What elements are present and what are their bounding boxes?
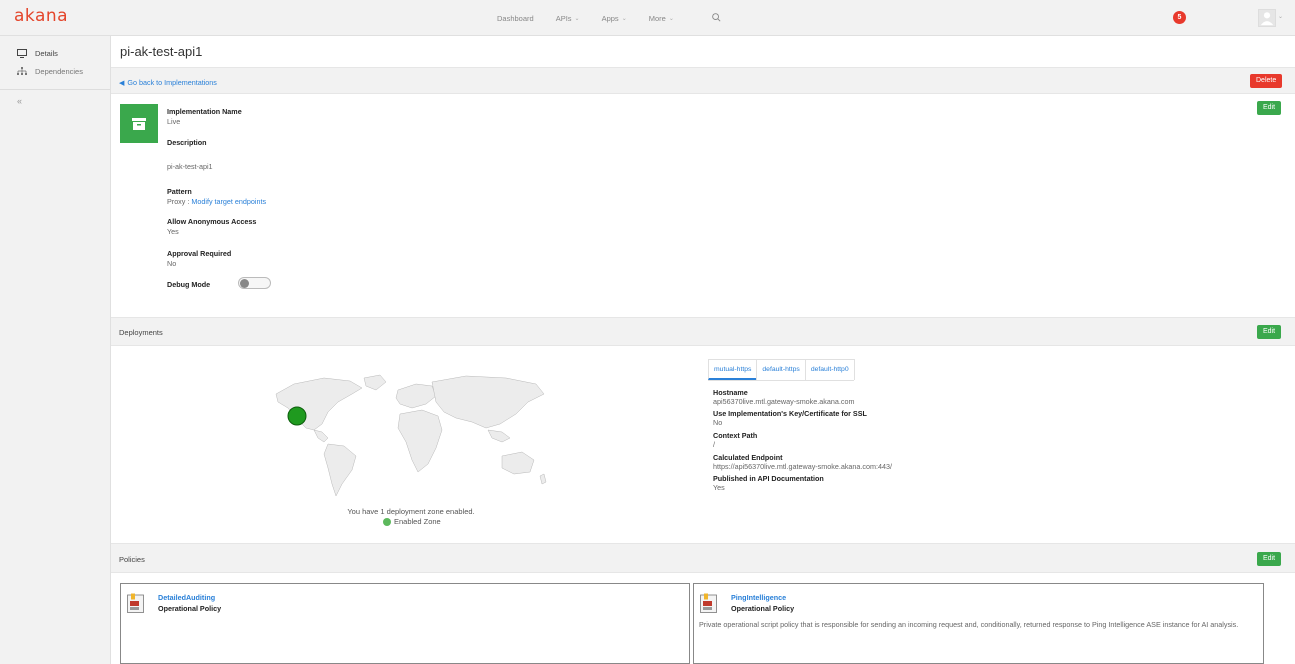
sidebar-item-dependencies[interactable]: Dependencies <box>0 62 110 80</box>
nav-apis-label: APIs <box>555 14 572 23</box>
main-content: pi-ak-test-api1 ◀ Go back to Implementat… <box>111 36 1295 664</box>
policy-document-icon <box>700 593 717 613</box>
sitemap-icon <box>17 66 27 76</box>
deployment-zone-marker <box>287 406 307 426</box>
australia-shape <box>501 451 535 475</box>
deployment-tabs: mutual-https default-https default-http0 <box>708 359 855 381</box>
published-value: Yes <box>713 483 725 492</box>
sidebar-item-details[interactable]: Details <box>0 44 110 62</box>
hostname-value: api56370live.mtl.gateway-smoke.akana.com <box>713 397 855 406</box>
central-america-shape <box>313 429 329 443</box>
edit-policies-button[interactable]: Edit <box>1257 552 1282 566</box>
anonymous-access-value: Yes <box>167 227 179 236</box>
page-title: pi-ak-test-api1 <box>120 44 203 59</box>
deployment-zone-summary: You have 1 deployment zone enabled. <box>347 507 475 516</box>
edit-deployments-button[interactable]: Edit <box>1257 325 1282 339</box>
europe-shape <box>395 383 437 409</box>
policy-card-detailed-auditing: DetailedAuditing Operational Policy <box>120 583 690 664</box>
policy-type: Operational Policy <box>158 604 222 613</box>
hostname-label: Hostname <box>713 388 748 397</box>
policies-title: Policies <box>119 555 145 564</box>
edit-details-button[interactable]: Edit <box>1257 101 1282 115</box>
context-path-value: / <box>713 440 715 449</box>
collapse-sidebar-icon[interactable]: « <box>0 90 110 106</box>
policy-name-link[interactable]: PingIntelligence <box>731 593 786 602</box>
policy-type: Operational Policy <box>731 604 795 613</box>
implementation-name-value: Live <box>167 117 181 126</box>
approval-required-value: No <box>167 259 177 268</box>
tab-default-http0[interactable]: default-http0 <box>804 359 855 380</box>
policies-header-bar: Policies Edit <box>111 543 1295 573</box>
back-link-label: Go back to Implementations <box>127 78 217 87</box>
delete-button[interactable]: Delete <box>1250 74 1283 88</box>
tab-default-https[interactable]: default-https <box>756 359 806 380</box>
pattern-prefix: Proxy : <box>167 197 192 206</box>
chevron-down-icon: ⌄ <box>621 16 627 22</box>
asia-shape <box>431 375 545 429</box>
deployments-title: Deployments <box>119 328 163 337</box>
description-label: Description <box>167 138 207 147</box>
nav-dashboard[interactable]: Dashboard <box>497 14 534 23</box>
published-label: Published in API Documentation <box>713 474 824 483</box>
debug-mode-toggle[interactable] <box>238 277 271 289</box>
enabled-zone-legend: Enabled Zone <box>383 517 441 526</box>
caret-left-icon: ◀ <box>119 79 125 87</box>
implementation-header-bar: ◀ Go back to Implementations Delete <box>111 67 1295 94</box>
chevron-down-icon: ⌄ <box>574 16 580 22</box>
nav-apis[interactable]: APIs ⌄ <box>556 14 580 23</box>
debug-mode-label: Debug Mode <box>167 280 211 289</box>
enabled-zone-dot <box>383 517 391 526</box>
south-america-shape <box>323 443 357 497</box>
user-icon <box>1260 12 1274 26</box>
implementation-name-label: Implementation Name <box>167 107 242 116</box>
approval-required-label: Approval Required <box>167 249 232 258</box>
search-icon[interactable] <box>711 12 722 23</box>
archive-icon <box>120 104 158 143</box>
nav-apps[interactable]: Apps ⌄ <box>602 14 627 23</box>
africa-shape <box>397 409 443 473</box>
chevron-down-icon: ⌄ <box>668 16 674 22</box>
policy-description: Private operational script policy that i… <box>699 620 1239 629</box>
sidebar: Details Dependencies « <box>0 36 111 664</box>
world-map <box>275 374 547 497</box>
modify-target-endpoints-link[interactable]: Modify target endpoints <box>191 197 266 206</box>
tab-mutual-https[interactable]: mutual-https <box>708 359 758 380</box>
avatar[interactable] <box>1258 9 1276 27</box>
southeast-asia-shape <box>487 429 511 443</box>
top-navbar: akana Dashboard APIs ⌄ Apps ⌄ More ⌄ 5 ⌄ <box>0 0 1295 36</box>
policy-name-link[interactable]: DetailedAuditing <box>158 593 215 602</box>
chevron-down-icon[interactable]: ⌄ <box>1278 13 1283 20</box>
monitor-icon <box>17 48 27 58</box>
ssl-value: No <box>713 418 723 427</box>
sidebar-item-label: Dependencies <box>35 66 83 76</box>
calculated-endpoint-value: https://api56370live.mtl.gateway-smoke.a… <box>713 462 892 471</box>
main-nav: Dashboard APIs ⌄ Apps ⌄ More ⌄ <box>497 14 696 23</box>
anonymous-access-label: Allow Anonymous Access <box>167 217 257 226</box>
enabled-zone-label: Enabled Zone <box>394 517 441 526</box>
sidebar-item-label: Details <box>35 48 58 58</box>
notification-badge[interactable]: 5 <box>1173 11 1186 24</box>
policy-document-icon <box>127 593 144 613</box>
akana-logo[interactable]: akana <box>14 6 68 26</box>
calculated-endpoint-label: Calculated Endpoint <box>713 453 783 462</box>
new-zealand-shape <box>539 473 547 485</box>
pattern-label: Pattern <box>167 187 192 196</box>
toggle-knob <box>240 279 249 288</box>
nav-apps-label: Apps <box>601 14 619 23</box>
policy-card-ping-intelligence: PingIntelligence Operational Policy Priv… <box>693 583 1264 664</box>
context-path-label: Context Path <box>713 431 758 440</box>
back-to-implementations-link[interactable]: ◀ Go back to Implementations <box>119 78 217 87</box>
greenland-shape <box>363 374 387 391</box>
north-america-shape <box>275 377 363 431</box>
pattern-value: Proxy : Modify target endpoints <box>167 197 266 206</box>
deployments-header-bar: Deployments Edit <box>111 317 1295 346</box>
nav-more-label: More <box>648 14 666 23</box>
ssl-label: Use Implementation's Key/Certificate for… <box>713 409 867 418</box>
nav-more[interactable]: More ⌄ <box>649 14 674 23</box>
nav-dashboard-label: Dashboard <box>497 14 534 23</box>
description-value: pi-ak-test-api1 <box>167 162 213 171</box>
